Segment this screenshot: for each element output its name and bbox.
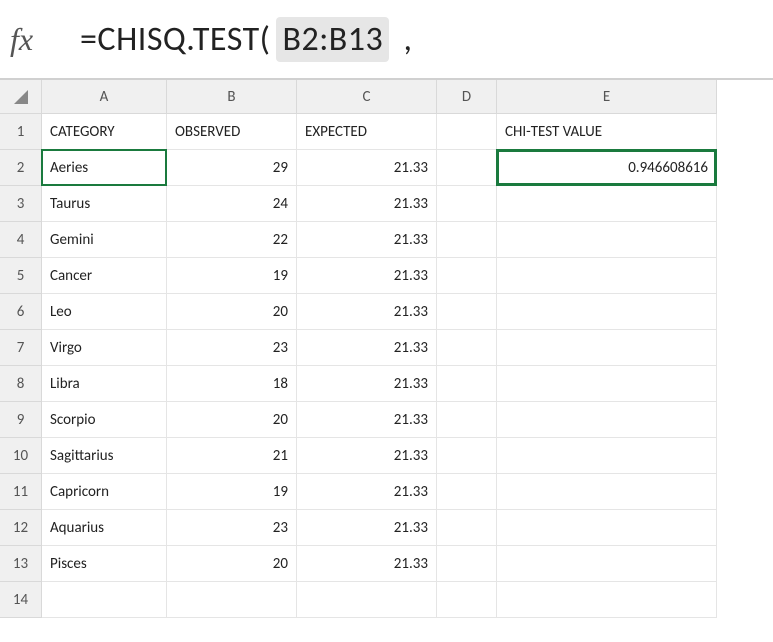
cell[interactable]: 21.33 <box>297 546 437 582</box>
cell[interactable]: 21.33 <box>297 330 437 366</box>
formula-prefix: =CHISQ.TEST( <box>80 19 270 60</box>
cell[interactable]: 22 <box>167 222 297 258</box>
row-header[interactable]: 6 <box>0 294 42 330</box>
cell[interactable]: Leo <box>42 294 167 330</box>
cell[interactable]: Sagittarius <box>42 438 167 474</box>
cell[interactable] <box>437 186 497 222</box>
cell[interactable] <box>497 330 717 366</box>
cell[interactable] <box>437 546 497 582</box>
row-header[interactable]: 10 <box>0 438 42 474</box>
cell[interactable] <box>497 258 717 294</box>
cell[interactable]: Libra <box>42 366 167 402</box>
cell[interactable] <box>437 330 497 366</box>
cell[interactable] <box>437 474 497 510</box>
cell[interactable] <box>437 510 497 546</box>
cell[interactable]: 21.33 <box>297 510 437 546</box>
cell[interactable] <box>497 510 717 546</box>
cell[interactable]: 20 <box>167 402 297 438</box>
cell[interactable]: Capricorn <box>42 474 167 510</box>
cell[interactable] <box>497 222 717 258</box>
cell[interactable] <box>167 582 297 618</box>
cell[interactable] <box>497 402 717 438</box>
cell[interactable]: 21.33 <box>297 402 437 438</box>
cell[interactable] <box>437 222 497 258</box>
cell[interactable]: 21.33 <box>297 438 437 474</box>
cell[interactable]: 21.33 <box>297 222 437 258</box>
cell[interactable] <box>437 402 497 438</box>
cell[interactable]: 19 <box>167 258 297 294</box>
cell[interactable]: CATEGORY <box>42 114 167 150</box>
cell[interactable]: 21.33 <box>297 150 437 186</box>
cell[interactable]: EXPECTED <box>297 114 437 150</box>
cell[interactable] <box>42 582 167 618</box>
cell[interactable]: Scorpio <box>42 402 167 438</box>
cell[interactable]: Cancer <box>42 258 167 294</box>
cell[interactable]: 29 <box>167 150 297 186</box>
chi-test-result-cell[interactable]: 0.946608616 <box>497 150 717 186</box>
cell[interactable]: Virgo <box>42 330 167 366</box>
formula-bar: fx =CHISQ.TEST( B2:B13 , <box>0 0 773 80</box>
fx-icon[interactable]: fx <box>10 21 80 58</box>
cell[interactable]: 18 <box>167 366 297 402</box>
row-header[interactable]: 2 <box>0 150 42 186</box>
cell[interactable]: Aquarius <box>42 510 167 546</box>
cell[interactable]: OBSERVED <box>167 114 297 150</box>
row-header[interactable]: 7 <box>0 330 42 366</box>
cell[interactable]: 24 <box>167 186 297 222</box>
col-header-c[interactable]: C <box>297 80 437 114</box>
col-header-b[interactable]: B <box>167 80 297 114</box>
cell[interactable]: Gemini <box>42 222 167 258</box>
cell[interactable] <box>437 366 497 402</box>
row-header[interactable]: 4 <box>0 222 42 258</box>
cell[interactable]: 21.33 <box>297 258 437 294</box>
cell[interactable]: 23 <box>167 330 297 366</box>
row-header[interactable]: 13 <box>0 546 42 582</box>
cell[interactable] <box>497 186 717 222</box>
cell[interactable] <box>497 294 717 330</box>
cell[interactable]: Taurus <box>42 186 167 222</box>
formula-suffix: , <box>395 19 412 60</box>
cell[interactable]: 19 <box>167 474 297 510</box>
row-header[interactable]: 8 <box>0 366 42 402</box>
col-header-e[interactable]: E <box>497 80 717 114</box>
row-header[interactable]: 1 <box>0 114 42 150</box>
row-header[interactable]: 3 <box>0 186 42 222</box>
cell[interactable]: 21.33 <box>297 366 437 402</box>
cell[interactable] <box>497 474 717 510</box>
cell[interactable] <box>437 150 497 186</box>
cell[interactable]: 21 <box>167 438 297 474</box>
cell[interactable] <box>497 366 717 402</box>
cell[interactable] <box>437 258 497 294</box>
cell[interactable]: 21.33 <box>297 474 437 510</box>
row-header[interactable]: 9 <box>0 402 42 438</box>
cell[interactable]: 21.33 <box>297 294 437 330</box>
select-all-icon <box>14 90 28 104</box>
row-header[interactable]: 11 <box>0 474 42 510</box>
col-header-d[interactable]: D <box>437 80 497 114</box>
row-header[interactable]: 12 <box>0 510 42 546</box>
row-header[interactable]: 14 <box>0 582 42 618</box>
col-header-a[interactable]: A <box>42 80 167 114</box>
cell[interactable] <box>437 582 497 618</box>
formula-input[interactable]: =CHISQ.TEST( B2:B13 , <box>80 17 412 62</box>
spreadsheet-grid[interactable]: A B C D E 1 CATEGORY OBSERVED EXPECTED C… <box>0 80 773 618</box>
cell[interactable] <box>297 582 437 618</box>
cell[interactable] <box>437 294 497 330</box>
cell[interactable]: CHI-TEST VALUE <box>497 114 717 150</box>
cell[interactable]: Pisces <box>42 546 167 582</box>
formula-highlight-range: B2:B13 <box>276 17 389 62</box>
cell[interactable]: 20 <box>167 546 297 582</box>
cell[interactable]: 23 <box>167 510 297 546</box>
cell[interactable] <box>437 114 497 150</box>
cell[interactable] <box>497 546 717 582</box>
cell[interactable] <box>437 438 497 474</box>
cell[interactable]: 20 <box>167 294 297 330</box>
select-all-corner[interactable] <box>0 80 42 114</box>
cell[interactable] <box>497 438 717 474</box>
row-header[interactable]: 5 <box>0 258 42 294</box>
cell[interactable]: 21.33 <box>297 186 437 222</box>
cell-active[interactable]: Aeries <box>42 150 167 186</box>
cell[interactable] <box>497 582 717 618</box>
